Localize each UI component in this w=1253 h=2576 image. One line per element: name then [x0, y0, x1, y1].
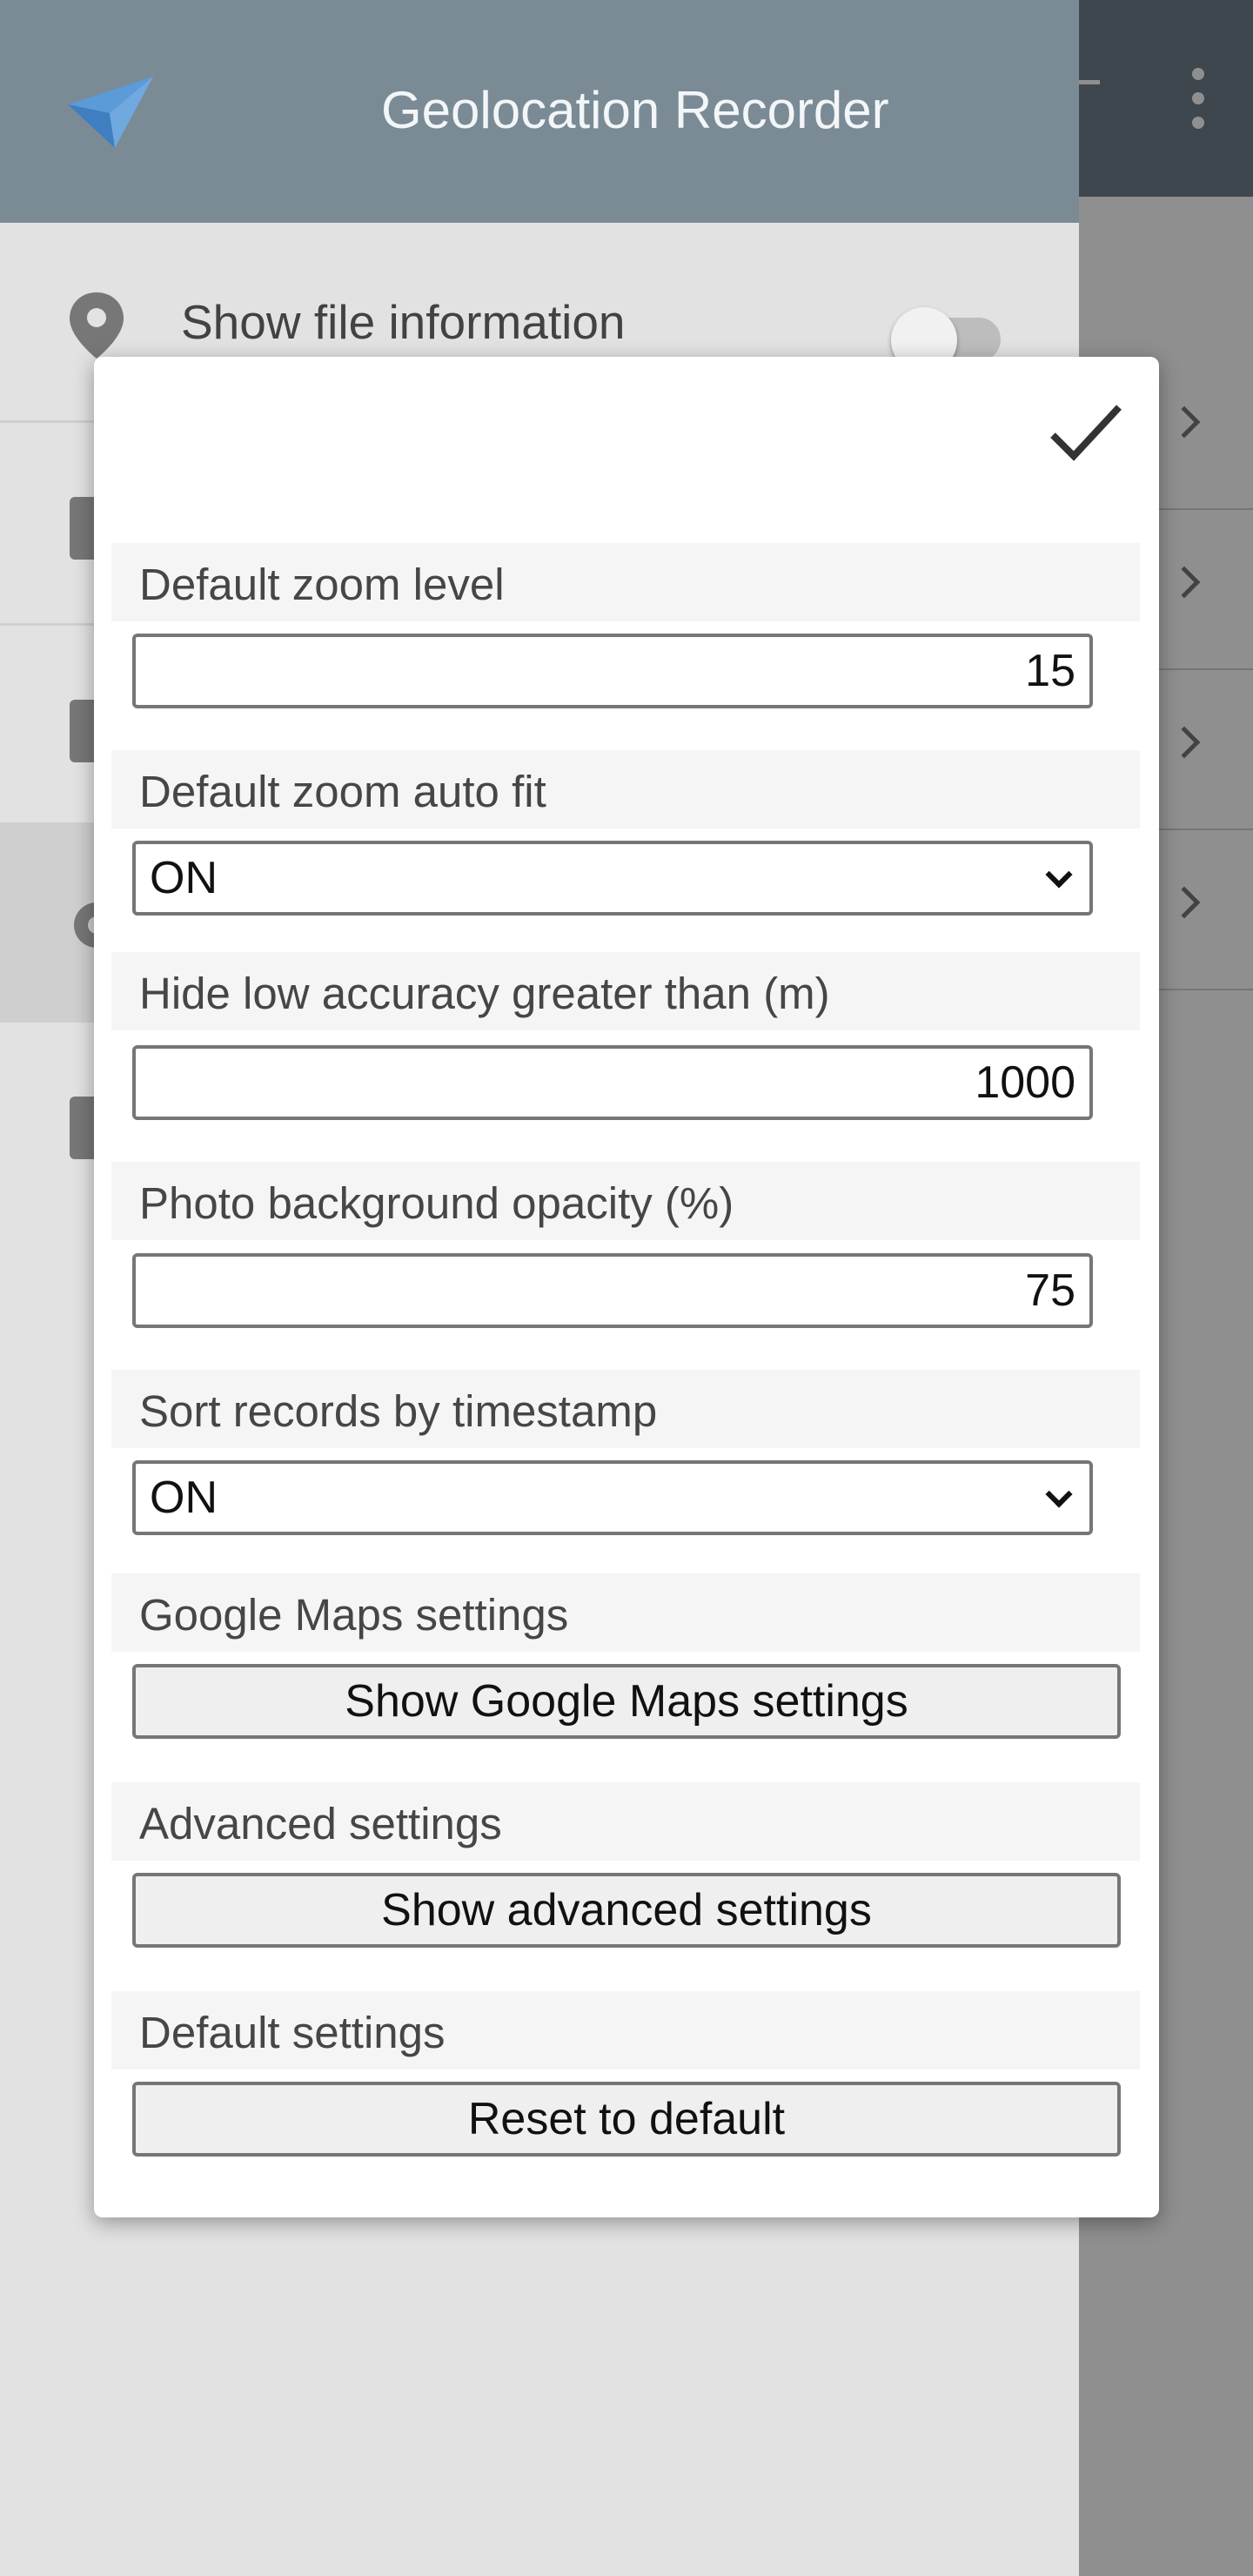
section-label: Default settings — [139, 2008, 446, 2057]
drawer-title: Geolocation Recorder — [381, 81, 889, 139]
section-default-zoom-auto-fit: Default zoom auto fit — [111, 750, 1140, 828]
photo-opacity-input[interactable]: 75 — [132, 1253, 1093, 1328]
low-accuracy-input[interactable]: 1000 — [132, 1045, 1093, 1120]
select-value: ON — [150, 1472, 218, 1523]
zoom-level-input[interactable]: 15 — [132, 634, 1093, 708]
section-default-settings: Default settings — [111, 1991, 1140, 2070]
navigation-arrow-icon — [68, 77, 153, 148]
reset-to-default-button[interactable]: Reset to default — [132, 2082, 1121, 2157]
section-photo-opacity: Photo background opacity (%) — [111, 1162, 1140, 1240]
section-label: Google Maps settings — [139, 1590, 569, 1640]
section-sort-records: Sort records by timestamp — [111, 1370, 1140, 1448]
chevron-down-icon — [1045, 1480, 1073, 1508]
sort-records-select[interactable]: ON — [132, 1460, 1093, 1535]
section-label: Default zoom level — [139, 560, 505, 609]
show-advanced-settings-button[interactable]: Show advanced settings — [132, 1873, 1121, 1948]
section-google-maps: Google Maps settings — [111, 1573, 1140, 1652]
section-label: Photo background opacity (%) — [139, 1178, 734, 1228]
show-google-maps-settings-button[interactable]: Show Google Maps settings — [132, 1664, 1121, 1739]
section-label: Default zoom auto fit — [139, 767, 546, 816]
section-hide-low-accuracy: Hide low accuracy greater than (m) — [111, 952, 1140, 1030]
drawer-header: Geolocation Recorder — [0, 0, 1079, 223]
chevron-down-icon — [1045, 861, 1073, 889]
section-advanced: Advanced settings — [111, 1782, 1140, 1861]
settings-dialog: Default zoom level 15 Default zoom auto … — [94, 357, 1159, 2217]
location-pin-icon — [70, 292, 124, 359]
drawer-item-label: Show file information — [181, 295, 626, 349]
section-label: Sort records by timestamp — [139, 1386, 658, 1436]
select-value: ON — [150, 853, 218, 903]
section-label: Advanced settings — [139, 1799, 502, 1848]
zoom-auto-fit-select[interactable]: ON — [132, 841, 1093, 916]
section-default-zoom-level: Default zoom level — [111, 543, 1140, 621]
checkmark-icon[interactable] — [1046, 397, 1124, 468]
section-label: Hide low accuracy greater than (m) — [139, 969, 830, 1018]
